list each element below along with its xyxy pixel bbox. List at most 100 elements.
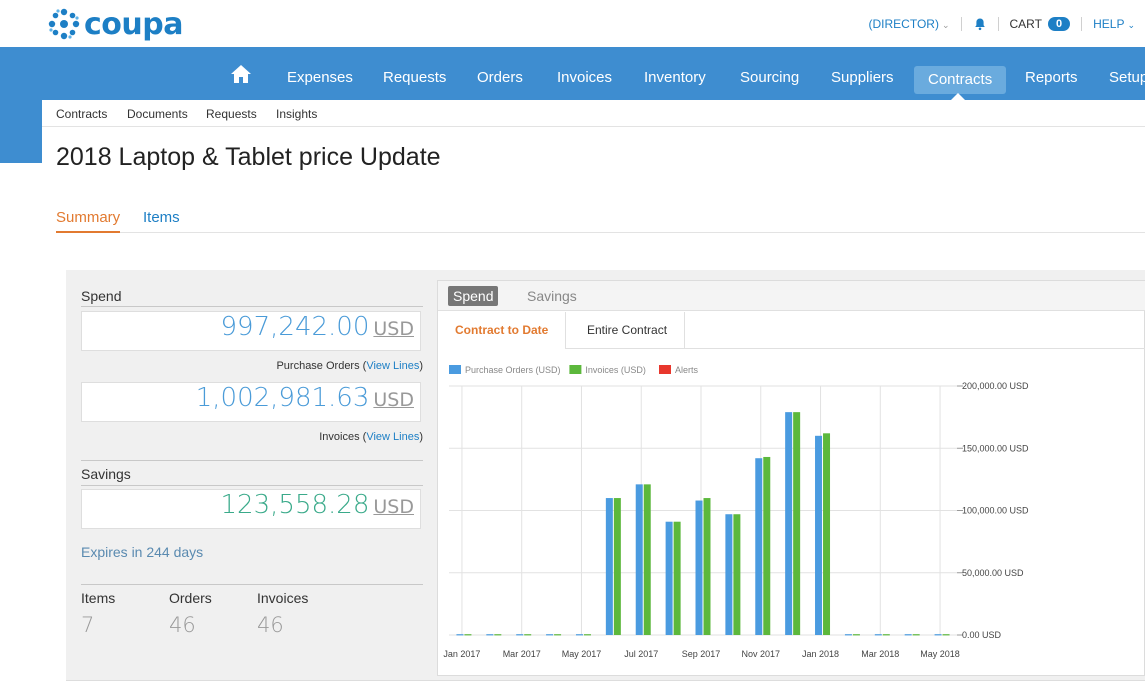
bar-purchase-orders <box>874 634 882 636</box>
nav-contracts[interactable]: Contracts <box>914 66 1007 94</box>
invoice-caption-text: Invoices ( <box>319 431 367 443</box>
savings-amount: 123,558.28 <box>220 490 370 520</box>
role-label: (DIRECTOR) <box>868 17 939 31</box>
y-tick-label: 150,000.00 USD <box>962 443 1029 453</box>
bar-purchase-orders <box>755 458 763 635</box>
bar-invoices <box>524 634 532 636</box>
nav-sourcing[interactable]: Sourcing <box>740 47 799 100</box>
bar-invoices <box>643 484 651 635</box>
bar-invoices <box>823 433 831 635</box>
chart-tab-savings[interactable]: Savings <box>527 286 577 306</box>
bar-purchase-orders <box>785 412 793 635</box>
nav-suppliers[interactable]: Suppliers <box>831 47 894 100</box>
bar-invoices <box>613 498 621 635</box>
tab-summary[interactable]: Summary <box>56 209 121 233</box>
legend-swatch <box>569 365 582 374</box>
chevron-down-icon: ⌄ <box>1127 20 1135 30</box>
page-title: 2018 Laptop & Tablet price Update <box>56 143 441 171</box>
bar-purchase-orders <box>844 634 852 636</box>
x-tick-label: May 2017 <box>562 649 602 659</box>
bar-invoices <box>852 634 860 636</box>
invoice-caption-close: ) <box>419 431 423 443</box>
nav-expenses[interactable]: Expenses <box>287 47 353 100</box>
divider <box>1081 17 1083 31</box>
bar-invoices <box>703 498 711 635</box>
bar-purchase-orders <box>575 634 583 636</box>
invoices-stat-value: 46 <box>257 613 284 637</box>
items-stat-value: 7 <box>81 613 95 637</box>
x-tick-label: Jan 2018 <box>802 649 839 659</box>
subnav-requests[interactable]: Requests <box>206 107 257 121</box>
legend-label: Alerts <box>675 365 699 375</box>
coupa-logo-icon <box>48 8 80 40</box>
bar-invoices <box>882 634 890 636</box>
subtab-contract-to-date[interactable]: Contract to Date <box>438 312 567 349</box>
cart-count-badge: 0 <box>1047 17 1071 31</box>
cart-button[interactable]: CART 0 <box>1010 17 1071 31</box>
page-tabs: Summary Items <box>56 209 1145 233</box>
bar-purchase-orders <box>635 484 643 635</box>
subtab-entire-contract[interactable]: Entire Contract <box>570 312 686 349</box>
divider <box>81 306 423 307</box>
x-tick-label: Sep 2017 <box>682 649 721 659</box>
expires-text: Expires in 244 days <box>81 544 204 560</box>
y-tick-label: 50,000.00 USD <box>962 568 1024 578</box>
subnav-contracts[interactable]: Contracts <box>56 107 107 121</box>
chevron-down-icon: ⌄ <box>941 20 950 30</box>
bar-invoices <box>793 412 801 635</box>
subnav-documents[interactable]: Documents <box>127 107 188 121</box>
bar-invoices <box>763 456 771 635</box>
help-dropdown[interactable]: HELP ⌄ <box>1093 17 1135 31</box>
nav-setup[interactable]: Setup <box>1109 47 1145 100</box>
divider <box>66 680 1145 681</box>
chart-subtab-bar: Contract to Date Entire Contract <box>438 312 1145 349</box>
help-label: HELP <box>1093 17 1125 31</box>
cart-label: CART <box>1009 17 1042 31</box>
chart-tab-spend[interactable]: Spend <box>448 286 499 306</box>
bar-invoices <box>733 514 741 635</box>
tab-items[interactable]: Items <box>143 209 180 233</box>
nav-inventory[interactable]: Inventory <box>644 47 706 100</box>
bar-purchase-orders <box>516 634 524 636</box>
chart-tab-bar: Spend Savings <box>438 281 1145 311</box>
bar-purchase-orders <box>815 435 823 635</box>
invoice-view-lines-link[interactable]: View Lines <box>366 431 419 443</box>
bar-purchase-orders <box>695 500 703 635</box>
bar-purchase-orders <box>665 521 673 635</box>
savings-currency[interactable]: USD <box>373 496 414 518</box>
y-tick-label: 0.00 USD <box>962 630 1002 640</box>
x-tick-label: Mar 2017 <box>503 649 541 659</box>
x-tick-label: Mar 2018 <box>861 649 899 659</box>
role-dropdown[interactable]: (DIRECTOR) ⌄ <box>869 17 950 31</box>
invoice-amount: 1,002,981.63 <box>195 383 370 413</box>
bar-invoices <box>464 634 472 636</box>
top-bar: coupa (DIRECTOR) ⌄ CART 0 HELP ⌄ <box>0 0 1145 47</box>
invoice-caption: Invoices (View Lines) <box>319 431 423 443</box>
spend-label: Spend <box>81 288 122 304</box>
user-menu-bar: (DIRECTOR) ⌄ CART 0 HELP ⌄ <box>869 17 1135 31</box>
active-nav-caret <box>951 93 965 100</box>
nav-orders[interactable]: Orders <box>477 47 523 100</box>
legend-label: Purchase Orders (USD) <box>465 365 561 375</box>
nav-requests[interactable]: Requests <box>383 47 446 100</box>
bell-icon[interactable] <box>973 17 987 31</box>
invoice-value-box: 1,002,981.63 USD <box>81 382 421 422</box>
savings-label: Savings <box>81 466 131 482</box>
divider <box>81 460 423 461</box>
invoice-currency[interactable]: USD <box>373 389 414 411</box>
home-icon[interactable] <box>230 64 252 84</box>
nav-invoices[interactable]: Invoices <box>557 47 612 100</box>
po-value-box: 997,242.00 USD <box>81 311 421 351</box>
nav-reports[interactable]: Reports <box>1025 47 1078 100</box>
subnav-insights[interactable]: Insights <box>276 107 317 121</box>
orders-stat-value: 46 <box>169 613 196 637</box>
po-currency[interactable]: USD <box>373 318 414 340</box>
y-tick-label: 200,000.00 USD <box>962 381 1029 391</box>
x-tick-label: Jul 2017 <box>624 649 658 659</box>
orders-stat-label: Orders <box>169 590 212 606</box>
bar-purchase-orders <box>904 634 912 636</box>
bar-purchase-orders <box>486 634 494 636</box>
bar-invoices <box>554 634 562 636</box>
logo[interactable]: coupa <box>46 6 183 42</box>
po-view-lines-link[interactable]: View Lines <box>366 360 419 372</box>
